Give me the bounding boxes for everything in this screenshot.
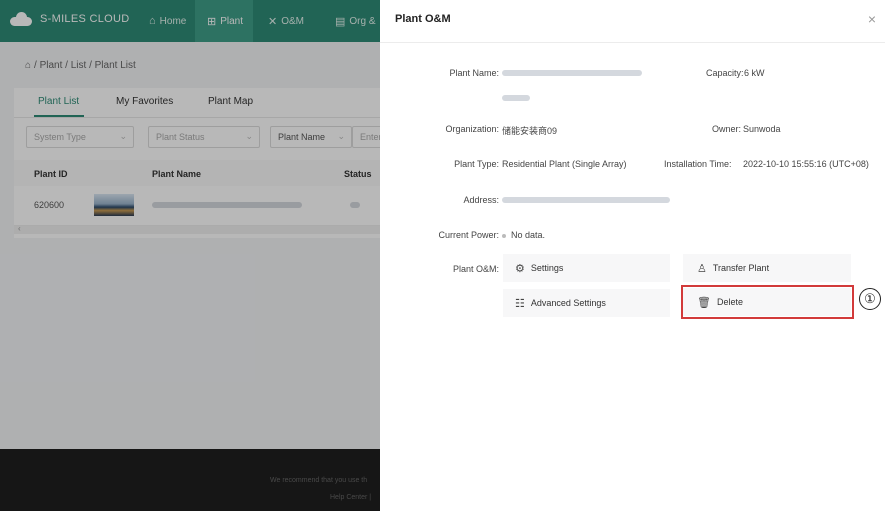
organization-label: Organization: — [445, 124, 499, 134]
plant-type-label: Plant Type: — [454, 159, 499, 169]
organization-value: 储能安装商09 — [502, 126, 558, 136]
current-power-text: No data. — [511, 230, 546, 240]
drawer-title: Plant O&M — [395, 13, 451, 25]
redacted-address — [502, 197, 670, 203]
advanced-settings-label: Advanced Settings — [530, 298, 606, 308]
advanced-settings-button[interactable]: ☷ Advanced Settings — [503, 289, 670, 317]
capacity-label: Capacity: — [706, 68, 744, 78]
address-label: Address: — [463, 195, 499, 205]
step-number: ① — [864, 291, 876, 306]
redacted-plant-name-line2 — [502, 95, 530, 101]
current-power-value: No data. — [502, 230, 545, 240]
gear-icon: ⚙ — [515, 262, 525, 275]
transfer-plant-button[interactable]: ♙ Transfer Plant — [683, 254, 851, 282]
settings-label: Settings — [530, 263, 564, 273]
delete-highlight-box — [681, 285, 854, 319]
current-power-label: Current Power: — [438, 230, 499, 240]
owner-value: Sunwoda — [743, 124, 781, 134]
status-dot-icon — [502, 233, 506, 238]
transfer-plant-label: Transfer Plant — [712, 263, 770, 273]
user-icon: ♙ — [697, 262, 707, 275]
settings-button[interactable]: ⚙ Settings — [503, 254, 670, 282]
step-marker: ① — [859, 288, 881, 310]
plant-om-label: Plant O&M: — [452, 264, 499, 274]
installation-time-value: 2022-10-10 15:55:16 (UTC+08) — [743, 159, 869, 169]
table-icon: ☷ — [515, 297, 525, 310]
plant-om-drawer: Plant O&M × Plant Name: Capacity: 6 kW O… — [380, 0, 885, 511]
owner-label: Owner: — [712, 124, 742, 134]
installation-time-label: Installation Time: — [664, 159, 732, 169]
close-icon[interactable]: × — [868, 12, 876, 26]
modal-overlay[interactable] — [0, 0, 380, 511]
plant-type-value: Residential Plant (Single Array) — [502, 159, 627, 169]
redacted-plant-name — [502, 70, 642, 76]
background-app: S-MILES CLOUD ⌂ Home ⊞ Plant ✕ O&M ▤ Org… — [0, 0, 380, 511]
drawer-divider — [380, 42, 885, 43]
plant-name-label: Plant Name: — [449, 68, 499, 78]
capacity-value: 6 kW — [744, 68, 765, 78]
